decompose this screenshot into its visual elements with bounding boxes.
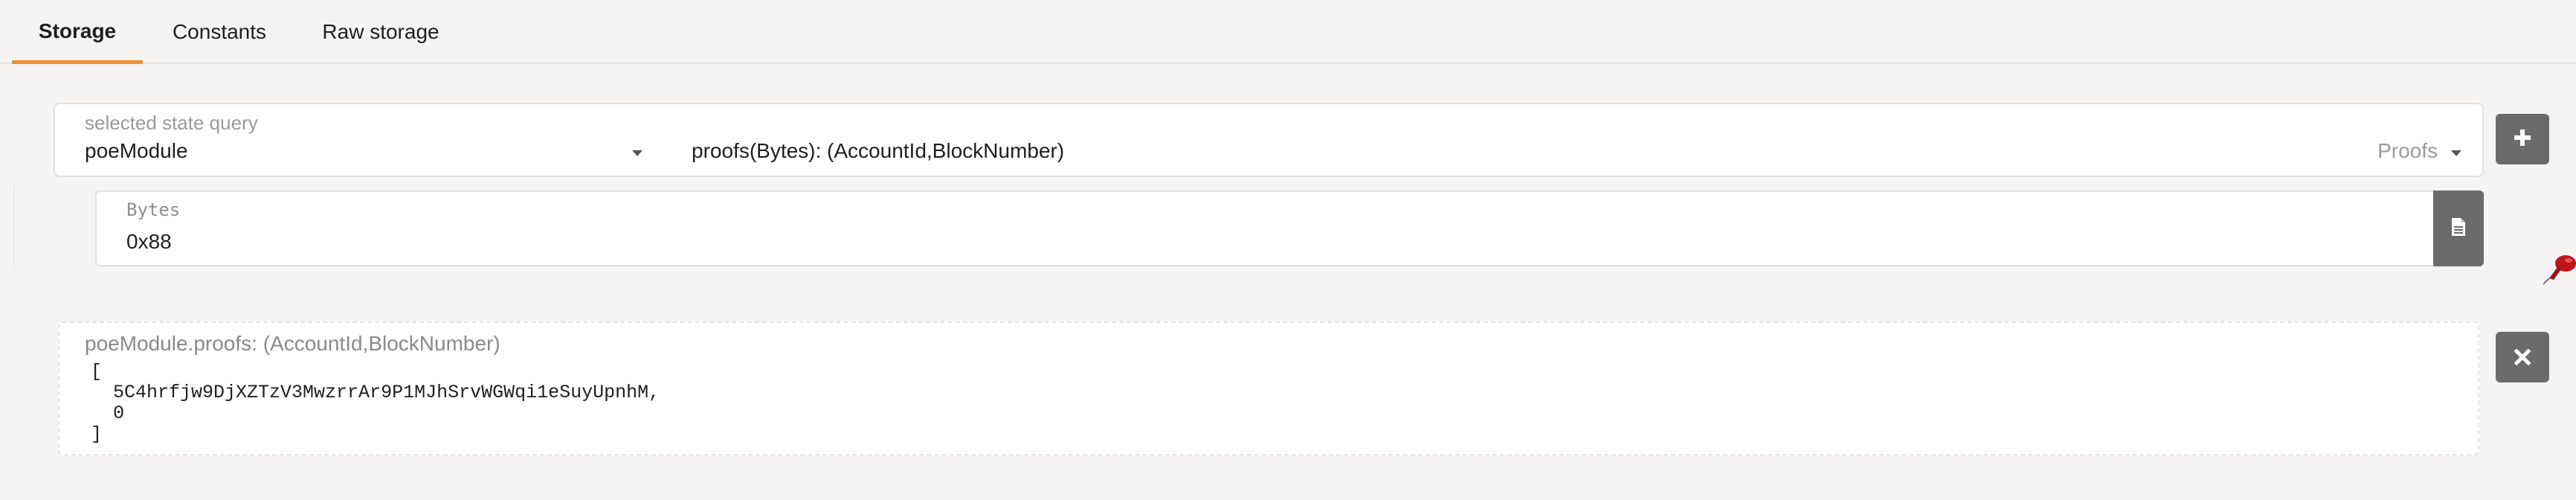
- tab-bar: Storage Constants Raw storage: [0, 0, 2576, 64]
- pin-icon: [2543, 253, 2576, 290]
- result-line: 0: [91, 403, 125, 424]
- tab-constants[interactable]: Constants: [156, 0, 283, 64]
- tab-storage[interactable]: Storage: [12, 0, 143, 64]
- query-result-card: poeModule.proofs: (AccountId,BlockNumber…: [58, 321, 2479, 455]
- result-line: 5C4hrfjw9DjXZTzV3MwzrrAr9P1MJhSrvWGWqi1e…: [91, 382, 660, 403]
- file-upload-button[interactable]: [2433, 190, 2484, 266]
- result-line: [: [91, 361, 103, 382]
- add-query-button[interactable]: [2496, 114, 2549, 164]
- file-icon: [2451, 217, 2466, 240]
- tab-raw-storage[interactable]: Raw storage: [312, 0, 449, 64]
- bytes-param-label: Bytes: [126, 199, 181, 220]
- bytes-param-field[interactable]: Bytes 0x88: [95, 190, 2435, 266]
- method-dropdown-value[interactable]: proofs(Bytes): (AccountId,BlockNumber): [692, 139, 1064, 163]
- plus-icon: [2513, 125, 2532, 154]
- method-chevron-down-icon[interactable]: [2451, 150, 2461, 156]
- remove-result-button[interactable]: [2496, 332, 2549, 382]
- close-icon: [2514, 343, 2531, 372]
- bytes-param-input[interactable]: 0x88: [126, 230, 172, 254]
- result-title: poeModule.proofs: (AccountId,BlockNumber…: [85, 332, 500, 355]
- state-query-selector[interactable]: selected state query poeModule proofs(By…: [54, 103, 2484, 177]
- module-chevron-down-icon[interactable]: [632, 150, 643, 156]
- method-section-hint: Proofs: [2377, 139, 2438, 162]
- result-line: ]: [91, 423, 103, 445]
- module-dropdown-value[interactable]: poeModule: [85, 139, 188, 163]
- state-query-label: selected state query: [85, 112, 258, 134]
- result-value: [ 5C4hrfjw9DjXZTzV3MwzrrAr9P1MJhSrvWGWqi…: [91, 362, 660, 445]
